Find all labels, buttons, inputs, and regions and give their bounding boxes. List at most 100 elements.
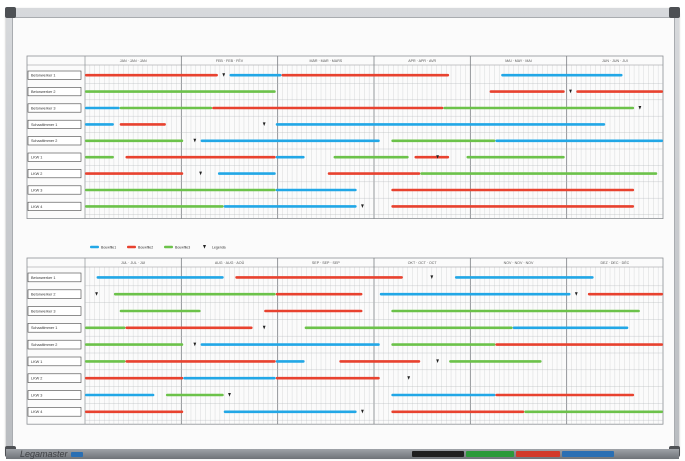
legend-label: Bouwfile1 <box>101 245 116 249</box>
plan-bar <box>125 360 276 363</box>
milestone-icon <box>430 275 434 279</box>
plan-bar <box>85 393 155 397</box>
plan-bar <box>235 276 403 279</box>
plan-bar <box>489 90 565 93</box>
plan-bar <box>391 410 525 414</box>
plan-bar <box>339 360 421 363</box>
plan-bar <box>379 292 571 296</box>
legend-swatch <box>127 245 136 249</box>
plan-bar <box>119 106 213 110</box>
row-label: Betonwerker 3 <box>31 309 55 313</box>
plan-bar <box>85 360 126 363</box>
plan-bar <box>576 90 663 93</box>
planning-board: Legamaster JAN · JAN · JAN FEB · FEB · FÉ… <box>0 0 685 461</box>
month-label: SEP · SEP · SEP <box>312 261 340 265</box>
legend-swatch <box>164 245 173 249</box>
plan-bar <box>223 205 357 208</box>
month-label: JUL · JUL · JUI <box>121 261 145 265</box>
plan-bar <box>391 309 640 313</box>
plan-bar <box>275 123 606 126</box>
row-label: Schaaltimmer 2 <box>31 343 57 347</box>
plan-bar <box>183 376 276 380</box>
milestone-icon <box>361 204 364 208</box>
plan-bar <box>85 90 276 93</box>
row-label: Betonwerker 3 <box>31 106 55 110</box>
row-label: LKW 2 <box>31 172 42 176</box>
plan-bar <box>275 292 363 296</box>
month-label: APR · APR · AVR <box>408 59 436 63</box>
plan-bar <box>304 326 513 330</box>
row-label: LKW 3 <box>31 188 42 192</box>
row-label: Schaaltimmer 1 <box>31 123 57 127</box>
plan-bar <box>466 155 565 159</box>
plan-bar <box>223 410 357 414</box>
plan-bar <box>524 410 663 414</box>
plan-bar <box>119 309 201 313</box>
row-label: Betonwerker 1 <box>31 276 55 280</box>
legend-item: Bouwfile3 <box>164 245 190 249</box>
plan-bar <box>217 172 276 175</box>
plan-bar <box>281 73 450 77</box>
plan-bar <box>449 360 542 363</box>
panel-top: JAN · JAN · JAN FEB · FEB · FÉV MÄR · MAR … <box>26 55 664 220</box>
plan-bar <box>275 188 357 192</box>
row-label: LKW 1 <box>31 360 42 364</box>
plan-bar <box>391 393 496 397</box>
row-label: Schaaltimmer 2 <box>31 139 57 143</box>
plan-bar <box>512 326 629 330</box>
plan-bar <box>420 172 658 175</box>
plan-bar <box>85 343 184 346</box>
plan-bar <box>85 376 184 380</box>
milestone-icon <box>228 393 231 397</box>
plan-bar <box>275 376 380 380</box>
row-label: LKW 2 <box>31 377 42 381</box>
plan-bar <box>495 393 635 397</box>
plan-bar <box>327 172 421 175</box>
plan-bar <box>85 172 184 175</box>
planning-chart: JAN · JAN · JAN FEB · FEB · FÉV MÄR · MAR … <box>26 55 664 425</box>
month-label: MÄR · MAR · MARS <box>309 59 342 63</box>
row-label: LKW 1 <box>31 156 42 160</box>
plan-bar <box>501 73 623 77</box>
plan-bar <box>229 73 282 77</box>
plan-bar <box>264 309 363 313</box>
plan-bar <box>454 276 594 279</box>
plan-bar <box>85 188 276 192</box>
milestone-icon <box>95 292 98 296</box>
month-label: FEB · FEB · FÉV <box>216 58 244 63</box>
milestone-icon <box>199 171 202 176</box>
plan-bar <box>275 155 305 159</box>
month-label: AUG · AUG · AOÛ <box>215 260 245 265</box>
row-label: Betonwerker 2 <box>31 293 55 297</box>
plan-bar <box>85 205 224 208</box>
month-label: JAN · JAN · JAN <box>120 59 147 63</box>
legend-label: Bouwfile2 <box>138 245 153 249</box>
plan-bar <box>333 155 409 159</box>
month-label: JUN · JUN · JUI <box>602 59 628 63</box>
row-label: LKW 4 <box>31 410 42 414</box>
month-label: OKT · OCT · OCT <box>408 261 438 265</box>
plan-bar <box>85 139 184 143</box>
milestone-icon <box>361 409 364 414</box>
plan-bar <box>85 73 218 77</box>
legend-item: Bouwfile1 <box>90 245 116 249</box>
plan-bar <box>113 292 276 296</box>
plan-bar <box>165 393 224 397</box>
plan-bar <box>212 106 444 110</box>
legend-item: Bouwfile2 <box>127 245 153 249</box>
legend-label: Bouwfile3 <box>175 245 190 249</box>
month-label: MAI · MAY · MAI <box>505 59 532 63</box>
plan-bar <box>85 123 114 126</box>
plan-bar <box>85 106 120 110</box>
milestone-icon <box>574 292 578 296</box>
plan-bar <box>495 343 663 346</box>
row-label: Schaaltimmer 1 <box>31 326 57 330</box>
plan-bar <box>391 205 635 208</box>
plan-bar <box>275 360 305 363</box>
panel-bottom: JUL · JUL · JUI AUG · AUG · AOÛ SEP · SEP … <box>26 257 664 425</box>
plan-bar <box>85 326 126 330</box>
plan-bar <box>443 106 635 110</box>
legend-item: Legenda <box>203 245 226 249</box>
plan-bar <box>85 155 114 159</box>
row-label: LKW 4 <box>31 205 42 209</box>
